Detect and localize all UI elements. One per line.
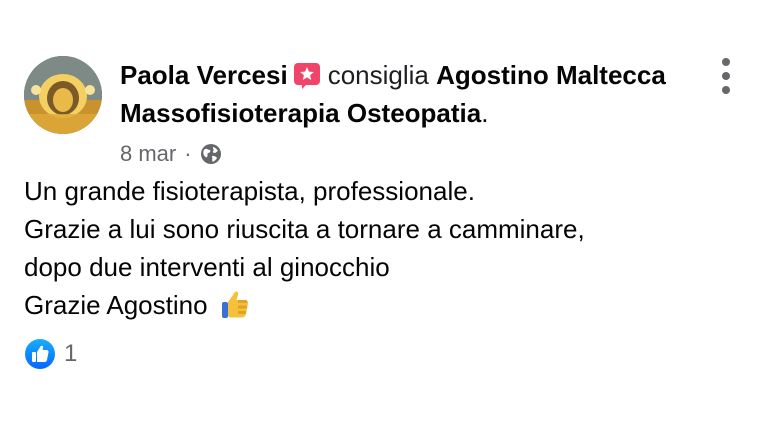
post-meta: 8 mar · <box>120 139 222 169</box>
globe-icon[interactable] <box>200 143 222 165</box>
avatar-photo <box>24 56 102 134</box>
more-options-icon <box>722 58 730 66</box>
post-body-line: Grazie a lui sono riuscita a tornare a c… <box>24 214 585 244</box>
reaction-count: 1 <box>64 340 78 367</box>
meta-separator: · <box>184 141 192 166</box>
post-date[interactable]: 8 mar <box>120 141 176 167</box>
post-header: Paola Vercesi consiglia Agostino Maltecca… <box>120 56 700 132</box>
author-name[interactable]: Paola Vercesi <box>120 60 288 90</box>
more-options-icon-dot <box>722 72 730 80</box>
more-options-icon-dot <box>722 86 730 94</box>
recommend-star-icon <box>292 60 322 90</box>
post-body-line: Grazie Agostino <box>24 290 208 320</box>
recommend-verb: consiglia <box>327 60 429 90</box>
recommendation-post: Paola Vercesi consiglia Agostino Maltecca… <box>0 0 768 433</box>
post-body-line: Un grande fisioterapista, professionale. <box>24 176 475 206</box>
avatar[interactable] <box>24 56 102 134</box>
reactions-summary[interactable]: 1 <box>24 338 77 370</box>
thumbs-up-emoji <box>219 288 253 322</box>
post-body-line: dopo due interventi al ginocchio <box>24 252 390 282</box>
like-icon <box>24 338 56 370</box>
post-body-last-line: Grazie Agostino <box>24 286 744 324</box>
page-name-suffix: . <box>481 98 489 128</box>
post-body: Un grande fisioterapista, professionale.… <box>24 172 744 324</box>
more-options-button[interactable] <box>712 58 740 94</box>
